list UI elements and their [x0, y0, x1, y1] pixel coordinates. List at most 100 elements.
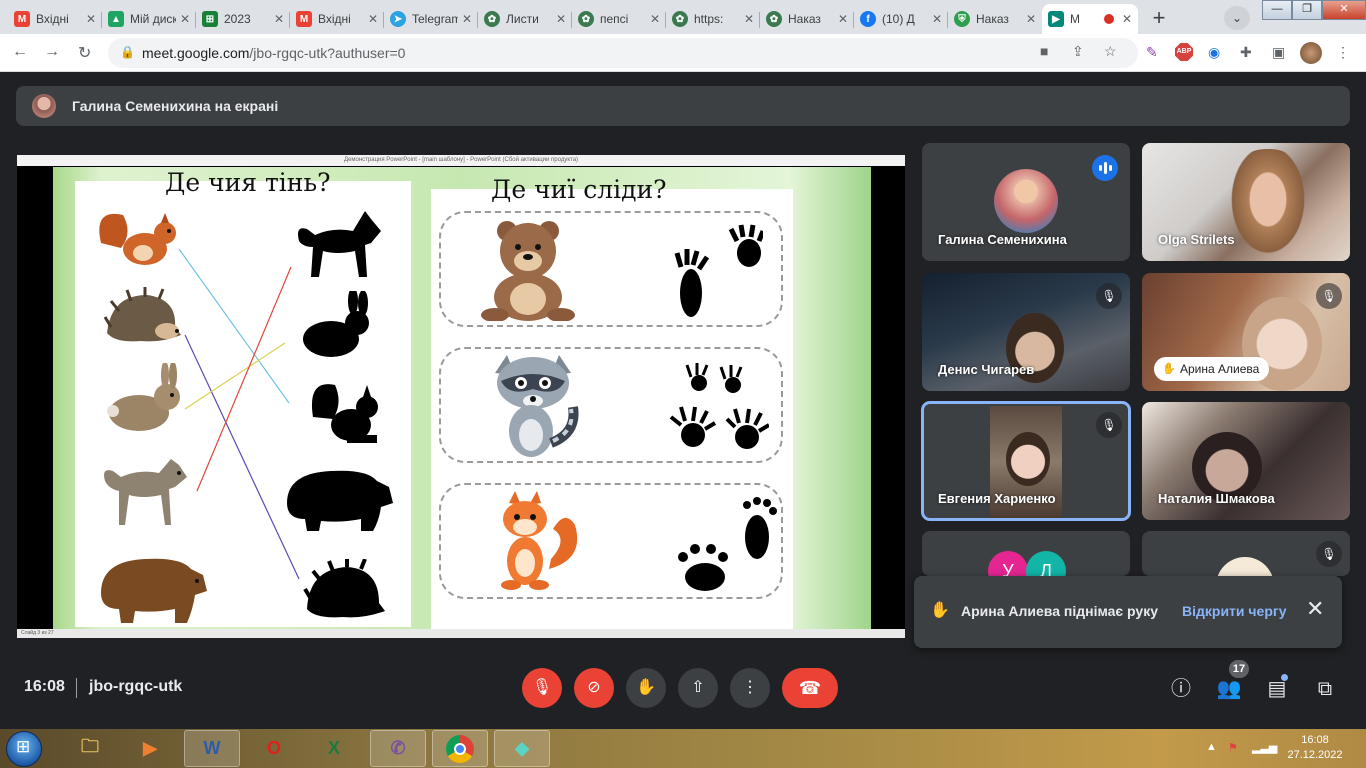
recording-icon	[1103, 14, 1114, 24]
show-hidden-icons[interactable]: ▲	[1206, 741, 1217, 753]
meeting-time: 16:08	[24, 678, 65, 695]
close-icon[interactable]: ✕	[462, 12, 472, 26]
more-options-button[interactable]: ⋮	[730, 668, 770, 708]
back-icon[interactable]: ←	[12, 43, 28, 61]
url-host: meet.google.com	[142, 45, 250, 61]
meeting-info-button[interactable]: ⓘ	[1166, 674, 1196, 704]
participant-tile-selected[interactable]: 🎙 Евгения Хариенко	[921, 401, 1131, 521]
network-icon[interactable]: ▂▃▅	[1252, 741, 1277, 754]
participant-tile[interactable]: 🎙 Арина Алиева	[1142, 273, 1350, 391]
tab-title: M	[1070, 12, 1080, 26]
browser-tab[interactable]: M Вхідні ✕	[290, 4, 384, 34]
excel-icon[interactable]: X	[306, 730, 362, 767]
avatar	[994, 169, 1058, 233]
gmail-icon: M	[296, 11, 312, 27]
new-tab-button[interactable]: +	[1146, 6, 1172, 32]
close-icon[interactable]: ✕	[1306, 596, 1324, 622]
omnibox[interactable]: 🔒 meet.google.com/jbo-rgqc-utk?authuser=…	[108, 38, 1138, 68]
participant-tile[interactable]: Галина Семенихина	[922, 143, 1130, 261]
browser-tab[interactable]: ⛨ Наказ ✕	[948, 4, 1042, 34]
profile-avatar[interactable]	[1300, 42, 1322, 64]
maximize-button[interactable]: ❐	[1292, 0, 1322, 20]
close-icon[interactable]: ✕	[556, 12, 566, 26]
close-icon[interactable]: ✕	[650, 12, 660, 26]
browser-tab[interactable]: ➤ Telegram ✕	[384, 4, 478, 34]
window-controls: — ❐ ✕	[1262, 0, 1366, 20]
open-queue-button[interactable]: Відкрити чергу	[1182, 603, 1287, 619]
share-icon[interactable]: ⇪	[1072, 43, 1084, 60]
media-player-icon[interactable]: ▶	[122, 730, 178, 767]
close-icon[interactable]: ✕	[932, 12, 942, 26]
participant-tile[interactable]: 🎙	[1142, 531, 1350, 576]
extension-blue-icon[interactable]: ◉	[1208, 44, 1220, 61]
raise-hand-button[interactable]: ✋	[626, 668, 666, 708]
flag-icon[interactable]: ⚑	[1228, 741, 1238, 754]
pen-extension-icon[interactable]: ✎	[1146, 44, 1158, 61]
close-icon[interactable]: ✕	[274, 12, 284, 26]
browser-tab[interactable]: f (10) Д ✕	[854, 4, 948, 34]
participant-tile[interactable]: Наталия Шмакова	[1142, 402, 1350, 520]
browser-tab[interactable]: ✿ Наказ ✕	[760, 4, 854, 34]
minimize-button[interactable]: —	[1262, 0, 1292, 20]
browser-tab[interactable]: ✿ пепсі ✕	[572, 4, 666, 34]
leave-call-button[interactable]: ☎	[782, 668, 838, 708]
tab-title: Вхідні	[36, 12, 69, 26]
close-icon[interactable]: ✕	[1026, 12, 1036, 26]
browser-tab[interactable]: ✿ Листи ✕	[478, 4, 572, 34]
participant-name: Евгения Хариенко	[938, 491, 1056, 506]
bookmark-star-icon[interactable]: ☆	[1104, 43, 1117, 60]
browser-tab[interactable]: ⊞ 2023 ✕	[196, 4, 290, 34]
hand-raise-notification: ✋ Арина Алиева піднімає руку Відкрити че…	[914, 576, 1342, 648]
cartoon-raccoon-image	[495, 355, 579, 457]
reload-icon[interactable]: ↻	[78, 43, 91, 63]
people-button[interactable]: 👥	[1214, 674, 1244, 704]
notification-message: Арина Алиева піднімає руку	[961, 603, 1158, 619]
activities-button[interactable]: ⧉	[1310, 674, 1340, 704]
camera-toggle-button[interactable]: ⊘	[574, 668, 614, 708]
browser-tab[interactable]: M Вхідні ✕	[8, 4, 102, 34]
present-screen-icon: ⇧	[691, 679, 705, 696]
window-close-button[interactable]: ✕	[1322, 0, 1366, 20]
chrome-icon[interactable]	[432, 730, 488, 767]
clock-date: 27.12.2022	[1287, 749, 1343, 761]
close-icon[interactable]: ✕	[180, 12, 190, 26]
camera-icon[interactable]: ■	[1040, 43, 1048, 59]
close-icon[interactable]: ✕	[744, 12, 754, 26]
file-explorer-icon[interactable]: 🗀	[62, 730, 118, 767]
viber-icon[interactable]: ✆	[370, 730, 426, 767]
tab-title: Telegram	[412, 12, 458, 26]
site-icon: ✿	[484, 11, 500, 27]
opera-icon[interactable]: O	[246, 730, 302, 767]
participant-tile[interactable]: 🎙 Денис Чигарев	[922, 273, 1130, 391]
start-button[interactable]	[6, 731, 42, 767]
system-clock[interactable]: 16:08 27.12.2022	[1282, 733, 1348, 763]
forward-icon[interactable]: →	[44, 43, 60, 61]
sidepanel-icon[interactable]: ▣	[1272, 44, 1285, 61]
browser-tab[interactable]: ✿ https: ✕	[666, 4, 760, 34]
url-text[interactable]: meet.google.com/jbo-rgqc-utk?authuser=0	[142, 45, 405, 61]
raised-hand-badge: Арина Алиева	[1154, 357, 1270, 381]
mic-off-icon: 🎙	[531, 679, 553, 696]
chat-unread-dot	[1281, 674, 1288, 681]
mic-off-icon: 🎙	[1096, 283, 1122, 309]
close-icon[interactable]: ✕	[86, 12, 96, 26]
lock-icon[interactable]: 🔒	[120, 45, 135, 59]
close-icon[interactable]: ✕	[838, 12, 848, 26]
tab-title: https:	[694, 12, 724, 26]
tab-search-button[interactable]: ⌄	[1224, 6, 1250, 30]
present-button[interactable]: ⇧	[678, 668, 718, 708]
browser-tab[interactable]: ▲ Мій диск ✕	[102, 4, 196, 34]
puzzle-icon[interactable]: ✚	[1240, 44, 1252, 61]
participant-tile[interactable]: У Л	[922, 531, 1130, 576]
menu-icon[interactable]: ⋮	[1336, 44, 1350, 61]
browser-tabstrip: M Вхідні ✕ ▲ Мій диск ✕ ⊞ 2023 ✕ M Вхідні ✕ …	[0, 0, 1366, 34]
telegram-icon: ➤	[390, 11, 406, 27]
browser-tab-active[interactable]: ▶ M ✕	[1042, 4, 1138, 34]
word-icon[interactable]: W	[184, 730, 240, 767]
filmora-icon[interactable]: ◆	[494, 730, 550, 767]
close-icon[interactable]: ✕	[1122, 12, 1132, 26]
participant-tile[interactable]: Olga Strilets	[1142, 143, 1350, 261]
mic-toggle-button[interactable]: 🎙	[522, 668, 562, 708]
close-icon[interactable]: ✕	[368, 12, 378, 26]
hand-icon: ✋	[636, 679, 656, 696]
